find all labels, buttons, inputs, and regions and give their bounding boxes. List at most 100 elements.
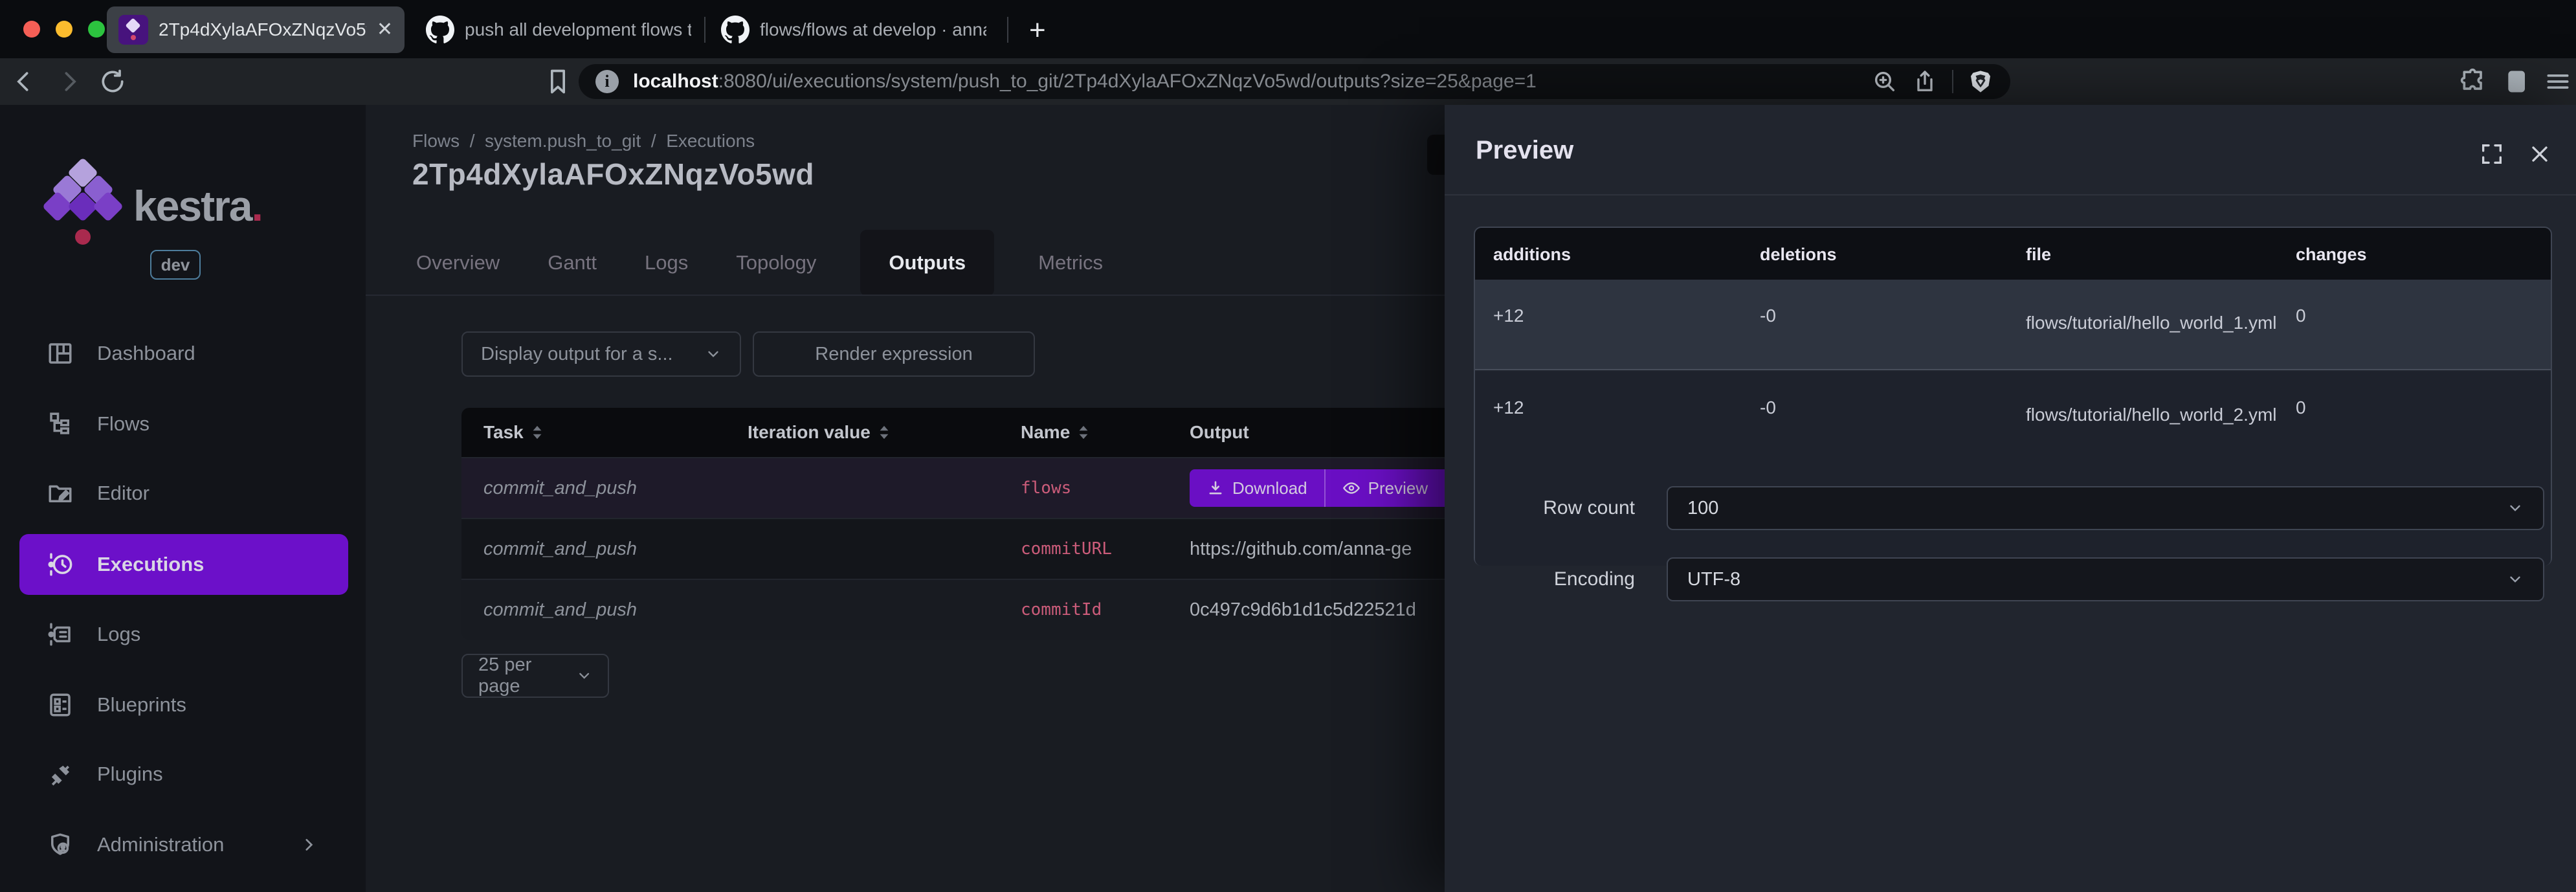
- sidebar-item-logs[interactable]: Logs: [19, 607, 348, 662]
- main-content: Flows / system.push_to_git / Executions …: [366, 105, 1445, 892]
- zoom-page-icon[interactable]: [1872, 69, 1898, 95]
- traffic-lights: [23, 21, 105, 38]
- new-tab-button[interactable]: +: [1029, 14, 1046, 47]
- encoding-select[interactable]: UTF-8: [1667, 557, 2544, 601]
- kestra-logo[interactable]: kestra.: [47, 162, 262, 250]
- column-additions: additions: [1493, 245, 1571, 265]
- output-value: 0c497c9d6b1d1c5d22521d: [1190, 599, 1416, 621]
- sidebar-item-label: Logs: [97, 623, 140, 646]
- column-output: Output: [1190, 422, 1249, 443]
- address-bar[interactable]: i localhost:8080/ui/executions/system/pu…: [579, 64, 2010, 99]
- forward-icon[interactable]: [54, 67, 83, 96]
- tab-topology[interactable]: Topology: [732, 251, 820, 274]
- output-actions: Download Preview: [1190, 469, 1445, 507]
- tab-gantt[interactable]: Gantt: [544, 251, 601, 274]
- sidebar-item-label: Administration: [97, 833, 224, 856]
- close-window-button[interactable]: [23, 21, 40, 38]
- sidebar-item-dashboard[interactable]: Dashboard: [19, 326, 348, 381]
- browser-tab-github-pr[interactable]: push all development flows to Git: [419, 6, 698, 53]
- additions-value: +12: [1493, 397, 1524, 418]
- blueprints-icon: [47, 691, 74, 719]
- select-placeholder: Display output for a s...: [481, 344, 673, 365]
- minimize-window-button[interactable]: [56, 21, 72, 38]
- sidebar-item-executions[interactable]: Executions: [19, 534, 348, 595]
- sidebar-toggle-icon[interactable]: [2504, 67, 2532, 96]
- close-tab-icon[interactable]: ✕: [377, 20, 393, 39]
- browser-navbar: i localhost:8080/ui/executions/system/pu…: [0, 58, 2576, 105]
- zoom-window-button[interactable]: [88, 21, 105, 38]
- row-count-select[interactable]: 100: [1667, 486, 2544, 530]
- sidebar-item-label: Flows: [97, 412, 150, 436]
- changes-value: 0: [2296, 306, 2306, 326]
- administration-icon: [47, 831, 74, 858]
- column-name[interactable]: Name: [1021, 422, 1091, 443]
- executions-icon: [47, 551, 74, 578]
- browser-tab-kestra[interactable]: 2Tp4dXylaAFOxZNqzVo5wd | ✕: [107, 6, 405, 53]
- preview-button[interactable]: Preview: [1326, 469, 1445, 507]
- breadcrumb-namespace[interactable]: system.push_to_git: [485, 131, 641, 151]
- tab-outputs[interactable]: Outputs: [860, 230, 994, 296]
- tab-metrics[interactable]: Metrics: [1034, 251, 1107, 274]
- tab-separator: [704, 17, 705, 43]
- sidebar-item-label: Blueprints: [97, 693, 186, 717]
- execution-tabs: Overview Gantt Logs Topology Outputs Met…: [412, 230, 1107, 296]
- divider: [366, 295, 1445, 296]
- sidebar-item-editor[interactable]: Editor: [19, 465, 348, 521]
- outputs-table-header: Task Iteration value Name Output: [461, 408, 1445, 457]
- output-name: flows: [1021, 478, 1071, 498]
- sidebar-item-flows[interactable]: Flows: [19, 396, 348, 452]
- task-name: commit_and_push: [483, 599, 637, 621]
- sidebar-item-label: Executions: [97, 553, 204, 576]
- partially-hidden-button[interactable]: [1427, 135, 1445, 175]
- column-task[interactable]: Task: [483, 422, 544, 443]
- page-title: 2Tp4dXylaAFOxZNqzVo5wd: [412, 157, 814, 192]
- github-icon: [721, 16, 749, 44]
- column-changes: changes: [2296, 245, 2367, 265]
- sidebar-item-blueprints[interactable]: Blueprints: [19, 677, 348, 733]
- brave-shield-icon[interactable]: [1968, 69, 1993, 95]
- output-name: commitURL: [1021, 539, 1112, 559]
- chevron-right-icon: [300, 836, 317, 853]
- sidebar-item-plugins[interactable]: Plugins: [19, 746, 348, 802]
- tab-overview[interactable]: Overview: [412, 251, 504, 274]
- bookmark-icon[interactable]: [544, 67, 572, 96]
- render-expression-button[interactable]: Render expression: [753, 331, 1035, 377]
- back-icon[interactable]: [10, 67, 39, 96]
- column-iteration-value[interactable]: Iteration value: [748, 422, 891, 443]
- tab-title: push all development flows to Git: [465, 19, 691, 40]
- extensions-puzzle-icon[interactable]: [2459, 67, 2488, 96]
- logo-dot: .: [252, 182, 262, 230]
- github-icon: [426, 16, 454, 44]
- tab-logs[interactable]: Logs: [641, 251, 692, 274]
- site-info-icon[interactable]: i: [595, 70, 619, 93]
- table-row: commit_and_push commitId 0c497c9d6b1d1c5…: [461, 579, 1445, 640]
- sort-icon: [530, 424, 544, 441]
- task-name: commit_and_push: [483, 539, 637, 560]
- breadcrumb: Flows / system.push_to_git / Executions: [412, 131, 755, 151]
- output-name: commitId: [1021, 600, 1102, 619]
- menu-hamburger-icon[interactable]: [2544, 67, 2572, 96]
- outputs-table: Task Iteration value Name Output: [461, 408, 1445, 641]
- table-row: +12 -0 flows/tutorial/hello_world_2.yml …: [1475, 372, 2551, 566]
- editor-icon: [47, 480, 74, 507]
- breadcrumb-executions[interactable]: Executions: [666, 131, 755, 151]
- chevron-down-icon: [705, 346, 722, 362]
- kestra-app: kestra. dev Dashboard Flows Editor Execu…: [0, 105, 2576, 892]
- tab-title: 2Tp4dXylaAFOxZNqzVo5wd |: [159, 19, 366, 40]
- download-button[interactable]: Download: [1190, 469, 1326, 507]
- share-icon[interactable]: [1912, 69, 1938, 95]
- divider: [1445, 194, 2576, 195]
- file-value: flows/tutorial/hello_world_2.yml: [2026, 397, 2285, 432]
- fullscreen-icon[interactable]: [2479, 141, 2505, 167]
- changes-value: 0: [2296, 397, 2306, 418]
- browser-tab-github-flows[interactable]: flows/flows at develop · anna-gelle: [715, 6, 993, 53]
- sidebar-item-label: Editor: [97, 482, 150, 505]
- reload-icon[interactable]: [98, 67, 127, 96]
- close-icon[interactable]: [2527, 141, 2553, 167]
- display-output-select[interactable]: Display output for a s...: [461, 331, 741, 377]
- output-value: https://github.com/anna-ge: [1190, 539, 1412, 560]
- sidebar-item-administration[interactable]: Administration: [19, 817, 348, 873]
- per-page-select[interactable]: 25 per page: [461, 654, 609, 698]
- tab-title: flows/flows at develop · anna-gelle: [760, 19, 986, 40]
- breadcrumb-flows[interactable]: Flows: [412, 131, 460, 151]
